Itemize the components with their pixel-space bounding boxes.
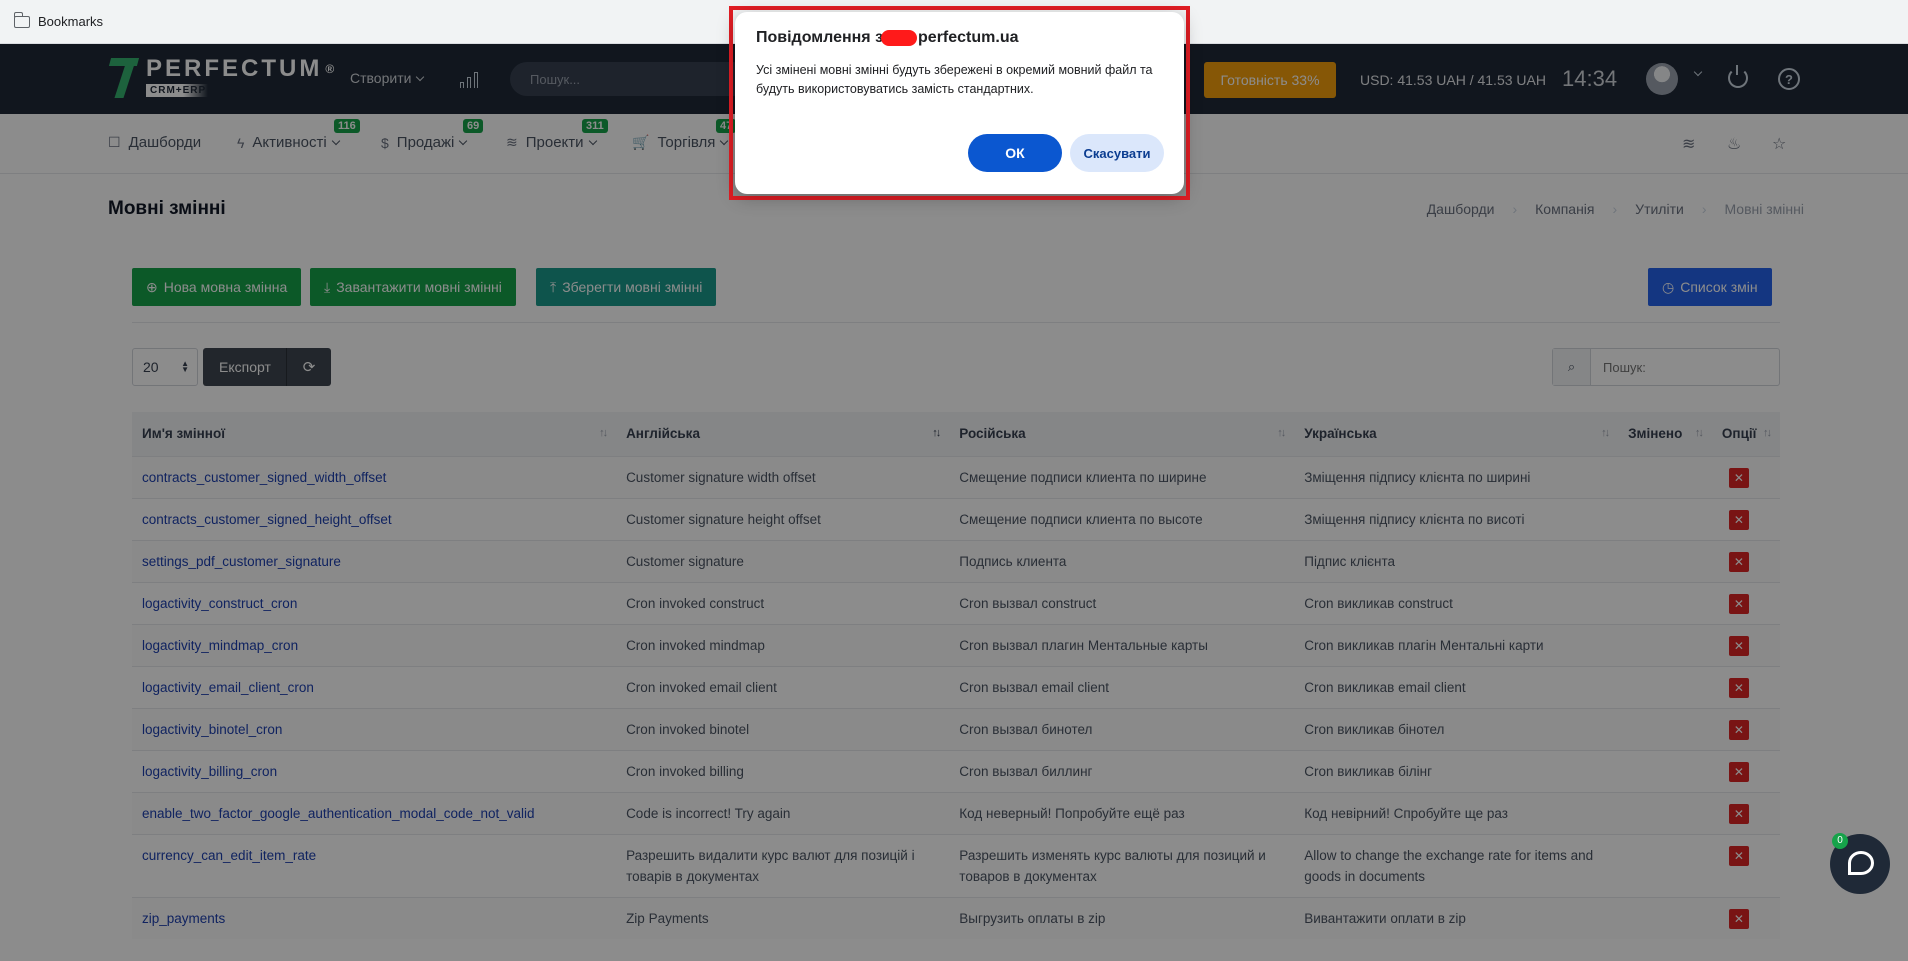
- folder-icon: [13, 11, 30, 28]
- cancel-button[interactable]: Скасувати: [1070, 134, 1164, 172]
- chat-icon: [1848, 851, 1874, 875]
- dialog-message: Усі змінені мовні змінні будуть збережен…: [756, 63, 1153, 96]
- ok-button[interactable]: ОК: [968, 134, 1062, 172]
- dialog-title: Повідомлення з perfectum.ua: [756, 29, 1019, 46]
- redacted-mark: [881, 30, 918, 46]
- chat-badge: 0: [1832, 833, 1848, 849]
- bookmarks-label: Bookmarks: [38, 14, 104, 29]
- confirm-dialog: Повідомлення з perfectum.ua Усі змінені м…: [735, 12, 1184, 194]
